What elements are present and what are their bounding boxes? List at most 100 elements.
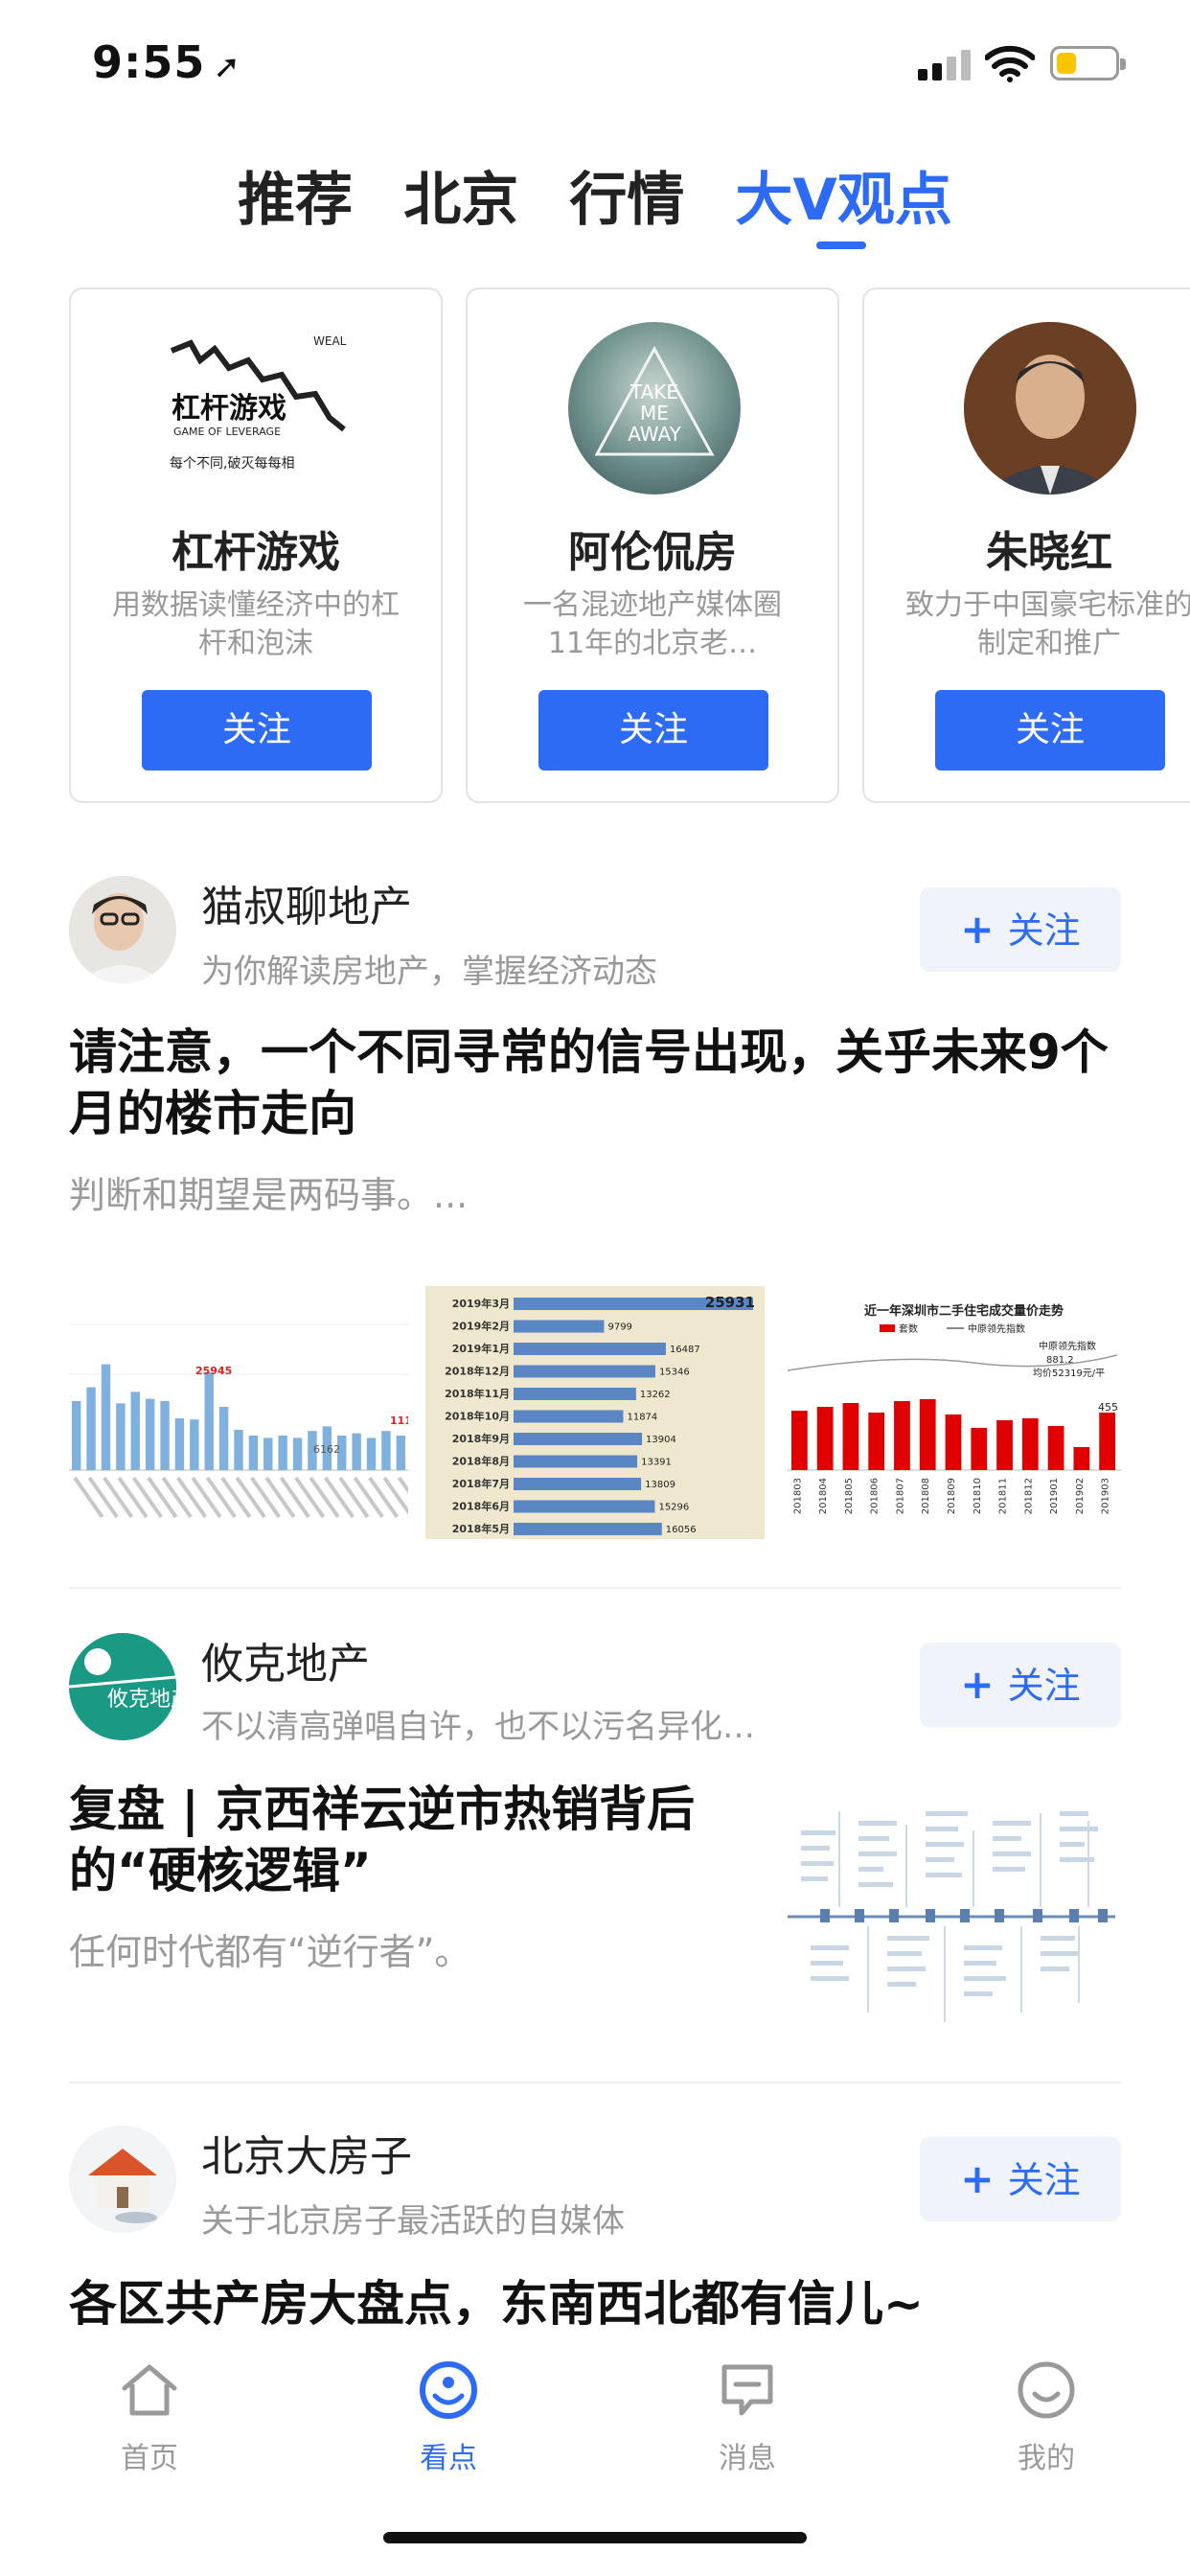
- home-indicator: [383, 2532, 807, 2543]
- hbar-label: 2018年6月: [452, 1500, 510, 1513]
- card-author-desc: 用数据读懂经济中的杠杆和泡沫: [112, 588, 400, 660]
- chart-bar: [1047, 1426, 1064, 1470]
- chart-bar: [791, 1411, 808, 1470]
- chart-tick-label: 201812: [1023, 1478, 1034, 1514]
- nav-messages[interactable]: 消息: [652, 2359, 843, 2476]
- author-name[interactable]: 猫叔聊地产: [201, 872, 412, 933]
- status-time: 9:55 ➚: [92, 36, 241, 88]
- wifi-icon: [985, 45, 1035, 82]
- chart-bar: [130, 1392, 140, 1470]
- hbar-bar: [514, 1343, 666, 1355]
- smile-circle-icon: [420, 2361, 477, 2419]
- follow-button[interactable]: + 关注: [920, 2137, 1121, 2221]
- avatar-logo-text: 攸克地产: [107, 1688, 176, 1712]
- follow-button[interactable]: 关注: [142, 690, 372, 770]
- hbar-bar: [514, 1410, 624, 1423]
- signal-icon: [918, 48, 972, 80]
- follow-label: 关注: [1007, 2159, 1081, 2201]
- hbar-bar: [514, 1478, 642, 1490]
- active-tab-indicator: [816, 242, 866, 249]
- follow-button[interactable]: + 关注: [920, 887, 1121, 972]
- hbar-label: 2018年11月: [445, 1387, 510, 1400]
- hbar-label: 2018年12月: [445, 1365, 510, 1378]
- article-thumbnail[interactable]: [782, 1792, 1121, 2032]
- hbar-label: 2018年5月: [452, 1522, 510, 1535]
- author-name[interactable]: 攸克地产: [201, 1629, 370, 1690]
- chart-bar: [996, 1420, 1013, 1470]
- follow-button[interactable]: 关注: [538, 690, 768, 770]
- battery-icon: [1050, 46, 1126, 80]
- hbar-value: 13809: [645, 1480, 675, 1490]
- thumbnail-hbar-chart[interactable]: 2019年3月 25931 2019年2月 9799 2019年1月 16487 2018年…: [425, 1286, 765, 1539]
- plus-icon: +: [960, 2155, 995, 2202]
- chart-bar: [971, 1428, 988, 1470]
- featured-author-card[interactable]: 朱晓红 致力于中国豪宅标准的制定和推广 关注: [862, 288, 1190, 803]
- chart-data-label: 25945: [195, 1365, 232, 1377]
- hbar-bar: [514, 1433, 643, 1445]
- author-avatar[interactable]: 攸克地产: [69, 1633, 176, 1740]
- tab-big-v[interactable]: 大V观点: [735, 153, 951, 237]
- nav-profile[interactable]: 我的: [950, 2359, 1142, 2476]
- avatar-text-line: AWAY: [628, 423, 681, 446]
- hbar-bar: [514, 1523, 662, 1535]
- hbar-label: 2018年8月: [452, 1455, 510, 1468]
- chart-tick-label: 201805: [844, 1478, 855, 1514]
- legend-item: 套数: [899, 1322, 918, 1335]
- chart-title: 近一年深圳市二手住宅成交量价走势: [864, 1303, 1064, 1319]
- chart-bar: [160, 1401, 170, 1470]
- follow-button[interactable]: + 关注: [920, 1643, 1121, 1727]
- chart-tick-label: 201808: [921, 1478, 931, 1514]
- chart-bar: [145, 1398, 155, 1470]
- feed-divider: [69, 1587, 1121, 1589]
- featured-author-card[interactable]: WEAL 杠杆游戏 GAME OF LEVERAGE 每个不同,破灭每每相 杠杆…: [69, 288, 443, 803]
- logo-title: 杠杆游戏: [172, 392, 286, 426]
- chart-bar: [352, 1433, 361, 1470]
- chart-bar: [116, 1403, 126, 1470]
- hbar-value: 15296: [658, 1503, 689, 1513]
- chart-bar: [1099, 1413, 1115, 1470]
- chart-bar: [278, 1436, 287, 1470]
- nav-label: 首页: [121, 2442, 178, 2475]
- chart-tick-label: 201804: [818, 1478, 829, 1514]
- nav-kandian[interactable]: 看点: [353, 2359, 544, 2476]
- article-title[interactable]: 请注意，一个不同寻常的信号出现，关乎未来9个月的楼市走向: [69, 1022, 1121, 1144]
- chart-tick-label: 201809: [947, 1478, 957, 1514]
- follow-label: 关注: [1007, 909, 1081, 952]
- chart-bar: [1073, 1447, 1090, 1470]
- hbar-bar: [514, 1455, 638, 1468]
- hbar-value: 11874: [627, 1413, 657, 1423]
- card-author-name: 朱晓红: [986, 528, 1112, 577]
- follow-label: 关注: [1007, 1665, 1081, 1707]
- message-icon: [721, 2364, 773, 2416]
- thumbnail-trend-chart[interactable]: 近一年深圳市二手住宅成交量价走势 套数 中原领先指数 中原领先指数 881.2 …: [782, 1286, 1121, 1539]
- article-title[interactable]: 复盘 | 京西祥云逆市热销背后的“硬核逻辑”: [69, 1779, 740, 1901]
- home-icon: [122, 2364, 177, 2416]
- chart-data-label: 111: [390, 1414, 408, 1427]
- author-desc: 关于北京房子最活跃的自媒体: [201, 2202, 625, 2241]
- tab-recommend[interactable]: 推荐: [238, 153, 353, 237]
- chart-tick-label: 201806: [870, 1478, 881, 1514]
- chart-bar: [396, 1436, 405, 1470]
- author-avatar[interactable]: [69, 876, 176, 983]
- hbar-value: 13262: [640, 1390, 671, 1400]
- chart-tick-label: 201903: [1101, 1478, 1111, 1514]
- author-name[interactable]: 北京大房子: [201, 2122, 412, 2183]
- chart-tick-label: 201811: [998, 1478, 1009, 1514]
- nav-label: 看点: [420, 2442, 477, 2475]
- featured-author-card[interactable]: TAKE ME AWAY 阿伦侃房 一名混迹地产媒体圈11年的北京老… 关注: [466, 288, 839, 803]
- chart-bar: [234, 1430, 243, 1470]
- hbar-bar: [514, 1320, 605, 1333]
- follow-button[interactable]: 关注: [935, 690, 1165, 770]
- nav-home[interactable]: 首页: [54, 2359, 245, 2476]
- tab-market[interactable]: 行情: [569, 153, 684, 237]
- category-tabs: 推荐 北京 行情 大V观点: [0, 153, 1190, 240]
- thumbnail-bar-chart[interactable]: 25945 6162 111: [69, 1286, 408, 1539]
- tab-beijing[interactable]: 北京: [403, 153, 518, 237]
- chart-bar: [919, 1399, 936, 1470]
- author-avatar[interactable]: [69, 2126, 176, 2233]
- chart-bar: [868, 1413, 885, 1470]
- chart-bar: [218, 1407, 229, 1470]
- hbar-bar: [514, 1365, 655, 1378]
- chart-bar: [72, 1401, 81, 1470]
- card-author-name: 杠杆游戏: [172, 528, 340, 577]
